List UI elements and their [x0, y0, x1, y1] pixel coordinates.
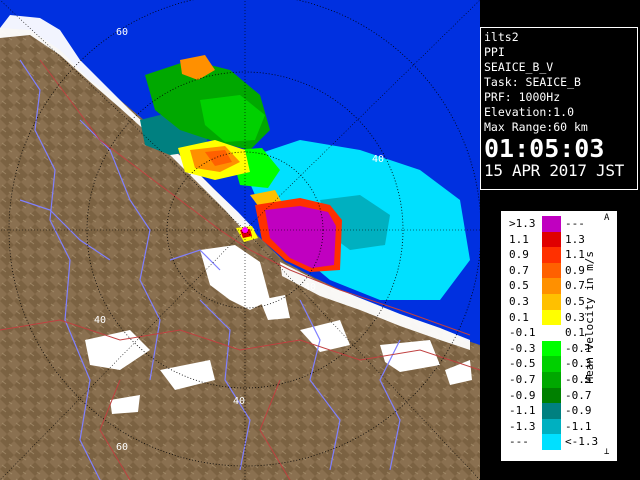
legend-top-mark: A [604, 213, 610, 223]
legend-row-value: 0.5 [565, 295, 585, 308]
product-type: PPI [484, 45, 505, 59]
legend-row-value: 1.3 [565, 232, 585, 246]
legend-row-label: 1.1 [509, 232, 529, 246]
radar-map: 60 40 40 40 40 60 [0, 0, 480, 480]
legend-row-label: -0.1 [509, 326, 536, 340]
legend-row: 1.1 1.3 [501, 231, 601, 248]
legend-color-swatch [542, 372, 561, 388]
legend-color-swatch [542, 387, 561, 404]
legend-title: Mean Velocity in m/s [583, 251, 596, 384]
legend-color-swatch [542, 403, 561, 419]
legend-color-swatch [542, 247, 561, 263]
legend-color-swatch [542, 340, 561, 357]
velocity-legend: >1.3 --- 1.1 1.3 0.9 1.1 0.7 0.9 0.5 0.7 0.3 0.5 0.1… [500, 210, 618, 462]
scan-date: 15 APR 2017 JST [484, 161, 624, 180]
legend-row-label: -0.5 [509, 357, 536, 371]
legend-row-value: 0.1 [565, 326, 585, 340]
legend-row-label: -0.7 [509, 373, 536, 386]
legend-color-swatch [542, 216, 561, 232]
max-range-value: Max Range:60 km [484, 120, 588, 134]
legend-row-label: --- [509, 435, 529, 449]
ring-label: 60 [116, 442, 128, 453]
elevation-value: Elevation:1.0 [484, 105, 575, 119]
legend-row-value: 0.7 [565, 279, 585, 293]
legend-row-value: 1.1 [565, 248, 585, 262]
legend-bottom-mark: ⊥ [604, 447, 610, 457]
ring-label: 60 [116, 27, 128, 38]
ring-label: 40 [372, 154, 384, 165]
legend-row-label: 0.5 [509, 279, 529, 293]
legend-color-swatch [542, 231, 561, 248]
legend-row-label: 0.7 [509, 263, 529, 277]
legend-color-swatch [542, 262, 561, 279]
legend-row-label: -1.1 [509, 404, 536, 418]
legend-color-swatch [542, 294, 561, 310]
legend-color-swatch [542, 325, 561, 341]
scan-time: 01:05:03 [484, 134, 605, 163]
site-name: ilts2 [484, 30, 519, 44]
legend-row-label: >1.3 [509, 217, 536, 230]
legend-row-label: -1.3 [509, 419, 536, 433]
legend-row-label: -0.9 [509, 388, 536, 402]
legend-row: >1.3 --- [501, 216, 601, 232]
ring-label: 40 [233, 396, 245, 407]
legend-color-swatch [542, 434, 561, 450]
legend-row-label: -0.3 [509, 341, 536, 355]
radar-ppi-svg: 60 40 40 40 40 60 [0, 0, 480, 480]
parameter-name: SEAICE_B_V [484, 60, 554, 74]
legend-row-label: 0.9 [509, 248, 529, 262]
info-panel: ilts2 PPI SEAICE_B_V Task: SEAICE_B PRF:… [480, 27, 638, 190]
radar-site-marker [242, 227, 248, 233]
legend-row-value: 0.3 [565, 310, 585, 324]
ring-label: 40 [304, 282, 316, 293]
legend-color-swatch [542, 418, 561, 435]
prf-value: PRF: 1000Hz [484, 90, 561, 104]
ring-label: 40 [94, 315, 106, 326]
legend-color-swatch [542, 278, 561, 294]
legend-row-value: 0.9 [565, 263, 585, 277]
legend-color-swatch [542, 356, 561, 372]
legend-color-swatch [542, 309, 561, 326]
legend-row-label: 0.3 [509, 295, 529, 308]
legend-row-value: --- [565, 217, 585, 230]
task-name: Task: SEAICE_B [484, 75, 581, 89]
legend-row-label: 0.1 [509, 310, 529, 324]
